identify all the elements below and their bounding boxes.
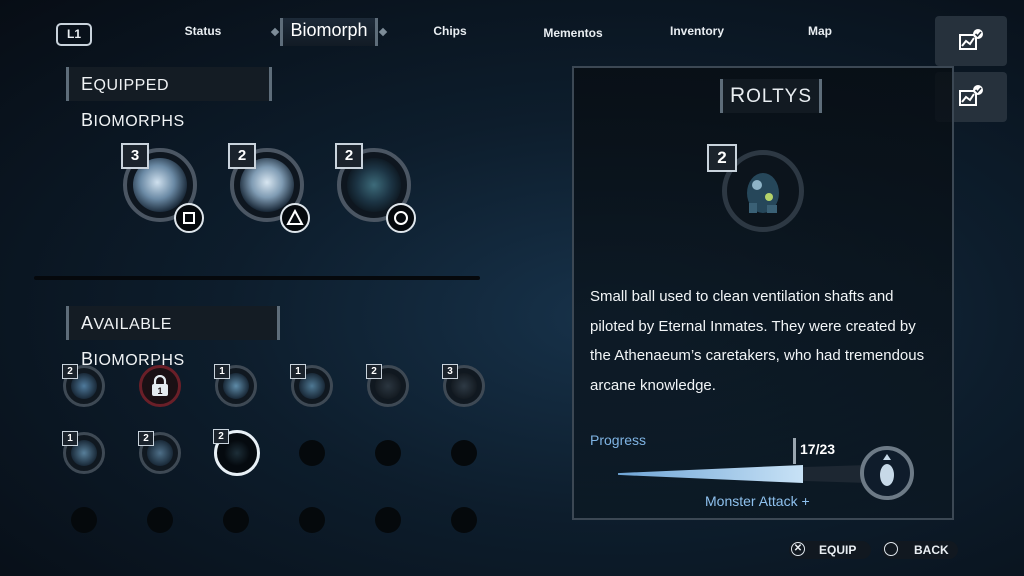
achievement-button-1[interactable] (935, 16, 1007, 66)
biomorph-slot-locked[interactable]: 1 (139, 365, 181, 407)
l1-button-prompt[interactable]: L1 (56, 23, 92, 46)
tab-map[interactable]: Map (800, 24, 840, 38)
slot-level-badge: 2 (62, 364, 78, 379)
empty-slot (375, 507, 401, 533)
tab-status[interactable]: Status (180, 24, 226, 38)
slot-level-badge: 2 (138, 431, 154, 446)
slot-level-badge: 3 (442, 364, 458, 379)
header-cap: A (81, 313, 94, 333)
progress-reward: Monster Attack + (705, 493, 810, 509)
equip-button[interactable]: ✕ EQUIP (789, 541, 871, 559)
circle-button-icon (386, 203, 416, 233)
reward-medal-icon (860, 446, 914, 500)
biomorph-description: Small ball used to clean ventilation sha… (590, 288, 925, 394)
empty-slot (451, 507, 477, 533)
tab-biomorph-label: Biomorph (290, 20, 368, 40)
biomorph-slot[interactable]: 1 (290, 364, 333, 407)
header-text: QUIPPED (93, 77, 170, 94)
achievement-chart-icon (959, 29, 983, 50)
tab-biomorph[interactable]: Biomorph (270, 14, 388, 50)
empty-slot (71, 507, 97, 533)
equip-label: EQUIP (819, 543, 857, 557)
slot-level-badge: 2 (213, 429, 229, 444)
progress-label: Progress (590, 432, 647, 448)
circle-button-icon (884, 542, 898, 556)
header-text: IOMORPHS (93, 352, 185, 369)
header-text: IOMORPHS (93, 113, 185, 130)
name-cap: R (729, 84, 747, 107)
section-divider (34, 276, 480, 280)
slot-level-badge: 1 (290, 364, 306, 379)
biomorph-slot[interactable]: 2 (366, 364, 409, 407)
empty-slot (299, 440, 325, 466)
available-biomorphs-header: AVAILABLE BIOMORPHS (66, 306, 280, 369)
slot-level-badge: 1 (214, 364, 230, 379)
empty-slot (147, 507, 173, 533)
equipped-level-badge: 3 (121, 143, 149, 169)
back-label: BACK (914, 543, 949, 557)
name-text: OLTYS (746, 86, 813, 107)
achievement-chart-icon (959, 85, 983, 106)
equipped-level-badge: 2 (335, 143, 363, 169)
back-button[interactable]: BACK (882, 541, 958, 559)
svg-text:1: 1 (157, 386, 162, 396)
equipped-level-badge: 2 (228, 143, 256, 169)
header-text: VAILABLE (93, 316, 172, 333)
empty-slot (299, 507, 325, 533)
roltys-figure-icon (747, 173, 779, 213)
biomorph-slot[interactable]: 2 (138, 431, 181, 474)
tab-inventory[interactable]: Inventory (664, 24, 730, 38)
header-cap: E (81, 74, 94, 94)
tab-chips[interactable]: Chips (428, 24, 472, 38)
triangle-button-icon (280, 203, 310, 233)
biomorph-slot[interactable]: 1 (62, 431, 105, 474)
square-button-icon (174, 203, 204, 233)
tab-mementos[interactable]: Mementos (538, 26, 608, 40)
equipped-biomorphs-header: EQUIPPED BIOMORPHS (66, 67, 272, 130)
empty-slot (451, 440, 477, 466)
biomorph-slot[interactable]: 2 (62, 364, 105, 407)
slot-level-badge: 1 (62, 431, 78, 446)
empty-slot (223, 507, 249, 533)
biomorph-slot[interactable]: 3 (442, 364, 485, 407)
lock-icon: 1 (152, 375, 168, 396)
biomorph-slot-selected[interactable]: 2 (213, 429, 260, 476)
progress-count: 17/23 (800, 441, 836, 457)
progress-marker (793, 438, 796, 464)
slot-level-badge: 2 (366, 364, 382, 379)
biomorph-slot[interactable]: 1 (214, 364, 257, 407)
header-cap: B (81, 110, 94, 130)
detail-level-badge: 2 (707, 144, 737, 172)
empty-slot (375, 440, 401, 466)
biomorph-name: ROLTYS (720, 79, 822, 113)
cross-button-icon: ✕ (791, 542, 805, 556)
